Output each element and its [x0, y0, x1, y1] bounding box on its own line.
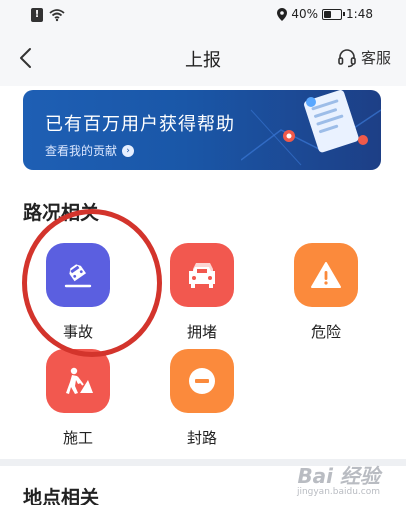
- banner-link-label: 查看我的贡献: [45, 144, 118, 158]
- construction-label: 施工: [62, 429, 93, 447]
- report-danger-button[interactable]: 危险: [294, 243, 358, 342]
- road-closed-label: 封路: [186, 429, 217, 447]
- report-page: ! 40% 1:48 上报 客服 已有百万用户获得帮助 查看我的贡献 › 路况相…: [0, 0, 406, 505]
- location-icon: [277, 7, 288, 21]
- baidu-watermark: Bai 经验 jingyan.baidu.com: [297, 460, 380, 497]
- danger-label: 危险: [310, 323, 341, 341]
- customer-service-label: 客服: [360, 49, 391, 67]
- report-illustration-icon: [241, 90, 381, 166]
- road-closed-icon: [170, 349, 234, 413]
- status-right: 40% 1:48: [277, 7, 373, 21]
- view-contribution-link[interactable]: 查看我的贡献 ›: [45, 142, 135, 159]
- customer-service-button[interactable]: 客服: [337, 47, 391, 68]
- headset-icon: [338, 48, 356, 67]
- battery-percent: 40%: [291, 7, 319, 21]
- place-section-title: 地点相关: [23, 487, 100, 505]
- alert-icon: !: [31, 8, 43, 22]
- battery-icon: [322, 8, 346, 20]
- wifi-icon: [49, 9, 65, 22]
- danger-icon: [294, 243, 358, 307]
- chevron-right-icon: ›: [122, 144, 135, 157]
- clock: 1:48: [346, 7, 373, 21]
- watermark-line2: jingyan.baidu.com: [296, 487, 380, 497]
- status-left: !: [31, 8, 65, 22]
- red-circle-annotation: [22, 209, 162, 357]
- report-road-closed-button[interactable]: 封路: [170, 349, 234, 448]
- traffic-jam-icon: [170, 243, 234, 307]
- construction-icon: [46, 349, 110, 413]
- watermark-line1: Bai 经验: [297, 464, 380, 488]
- report-congestion-button[interactable]: 拥堵: [170, 243, 234, 342]
- report-construction-button[interactable]: 施工: [46, 349, 110, 448]
- banner-title: 已有百万用户获得帮助: [45, 114, 235, 135]
- nav-header: 上报 客服: [0, 30, 406, 86]
- status-bar: ! 40% 1:48: [0, 0, 406, 30]
- congestion-label: 拥堵: [186, 323, 217, 341]
- contribution-banner[interactable]: 已有百万用户获得帮助 查看我的贡献 ›: [23, 90, 381, 170]
